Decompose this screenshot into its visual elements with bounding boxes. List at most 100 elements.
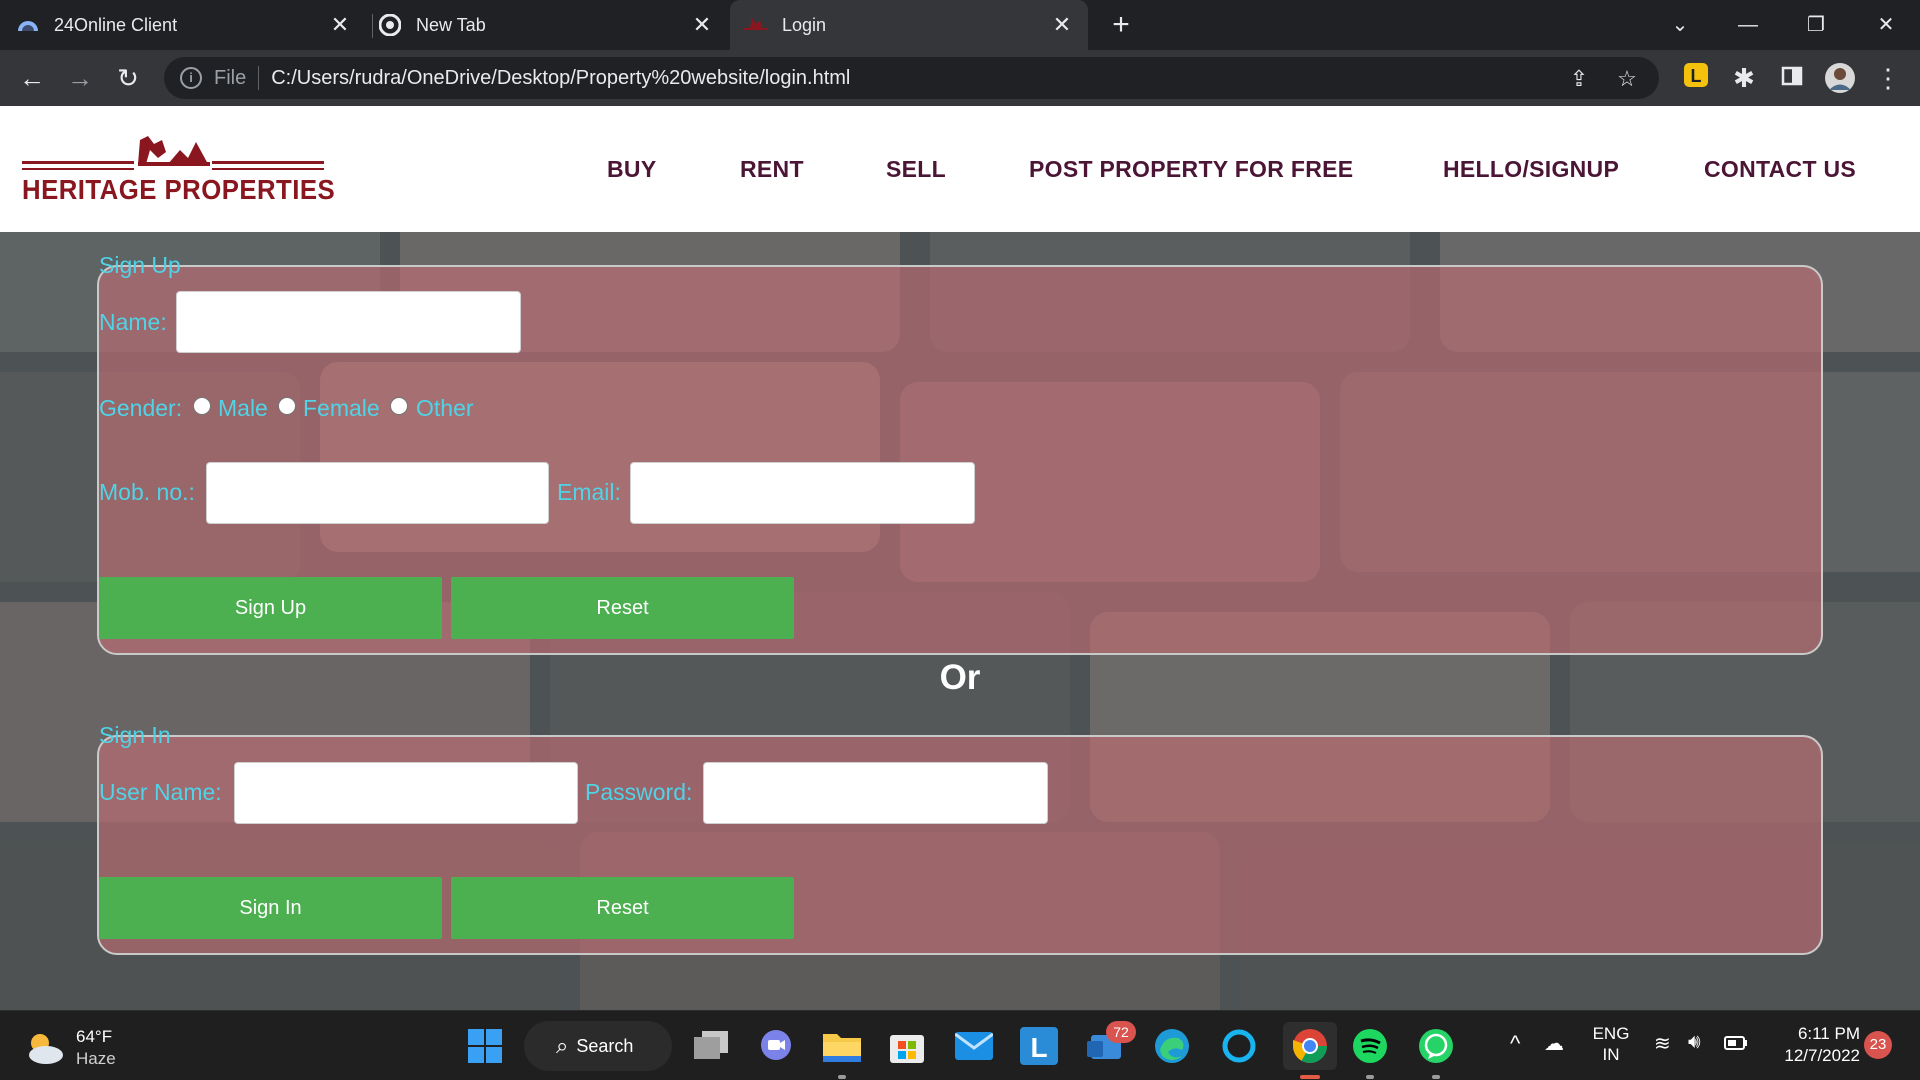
tab-title: 24Online Client bbox=[54, 14, 178, 35]
volume-icon[interactable]: 🔊︎ bbox=[1688, 1031, 1701, 1054]
forward-arrow-icon[interactable]: → bbox=[64, 62, 96, 94]
task-view-icon[interactable] bbox=[689, 1024, 733, 1068]
gender-female-label[interactable]: Female bbox=[303, 395, 380, 422]
gender-female-radio[interactable] bbox=[278, 397, 296, 415]
tab-search-chevron-icon[interactable]: ⌄ bbox=[1660, 8, 1700, 42]
close-tab-icon[interactable]: ✕ bbox=[328, 13, 352, 37]
weather-widget[interactable]: 64°F Haze bbox=[24, 1023, 174, 1071]
scheme-label: File bbox=[214, 66, 247, 89]
heritage-logo[interactable]: HERITAGE PROPERTIES bbox=[22, 128, 335, 210]
username-input[interactable] bbox=[234, 762, 578, 824]
password-input[interactable] bbox=[703, 762, 1048, 824]
gender-other-label[interactable]: Other bbox=[416, 395, 474, 422]
profile-avatar[interactable] bbox=[1824, 62, 1856, 94]
show-hidden-icons-chevron[interactable]: ^ bbox=[1510, 1031, 1520, 1057]
bookmark-star-icon[interactable]: ☆ bbox=[1614, 66, 1640, 92]
clock-time: 6:11 PM bbox=[1797, 1024, 1860, 1043]
chrome-menu-icon[interactable]: ⋮ bbox=[1872, 62, 1904, 94]
language-secondary: IN bbox=[1602, 1045, 1620, 1064]
signin-submit-button[interactable]: Sign In bbox=[99, 877, 442, 939]
tab-login[interactable]: Login ✕ bbox=[730, 0, 1088, 50]
clock[interactable]: 6:11 PM 12/7/2022 bbox=[1770, 1023, 1860, 1067]
svg-text:L: L bbox=[1691, 66, 1702, 86]
nav-post-property[interactable]: POST PROPERTY FOR FREE bbox=[1029, 156, 1353, 183]
signup-reset-button[interactable]: Reset bbox=[451, 577, 794, 639]
gender-male-label[interactable]: Male bbox=[218, 395, 268, 422]
edge-browser-icon[interactable] bbox=[1150, 1024, 1194, 1068]
signin-reset-button[interactable]: Reset bbox=[451, 877, 794, 939]
l-app-icon[interactable]: L bbox=[1017, 1024, 1061, 1068]
nav-hello-signup[interactable]: HELLO/SIGNUP bbox=[1443, 156, 1619, 183]
tab-new-tab[interactable]: New Tab ✕ bbox=[378, 0, 728, 50]
close-tab-icon[interactable]: ✕ bbox=[690, 13, 714, 37]
omnibox-divider bbox=[258, 66, 260, 90]
logo-wordmark: HERITAGE PROPERTIES bbox=[22, 174, 336, 205]
name-label: Name: bbox=[99, 309, 167, 335]
url-text[interactable]: C:/Users/rudra/OneDrive/Desktop/Property… bbox=[271, 67, 850, 90]
share-icon[interactable]: ⇪ bbox=[1566, 66, 1592, 92]
windows-start-icon[interactable] bbox=[463, 1024, 507, 1068]
logo-emblem-icon bbox=[22, 136, 324, 170]
mail-icon[interactable] bbox=[952, 1024, 996, 1068]
side-panel-icon[interactable] bbox=[1776, 62, 1808, 94]
back-arrow-icon[interactable]: ← bbox=[16, 62, 48, 94]
tab-separator bbox=[372, 14, 373, 38]
gender-male-radio[interactable] bbox=[193, 397, 211, 415]
signup-submit-button[interactable]: Sign Up bbox=[99, 577, 442, 639]
mobile-label: Mob. no.: bbox=[99, 479, 195, 505]
gender-other-radio[interactable] bbox=[390, 397, 408, 415]
close-tab-icon[interactable]: ✕ bbox=[1050, 13, 1074, 37]
whatsapp-icon[interactable] bbox=[1414, 1024, 1458, 1068]
password-label: Password: bbox=[585, 779, 693, 805]
restore-icon[interactable]: ❐ bbox=[1796, 8, 1836, 42]
browser-toolbar: ← → ↻ i File C:/Users/rudra/OneDrive/Des… bbox=[0, 50, 1920, 106]
extension-l-icon[interactable]: L bbox=[1680, 62, 1712, 94]
weather-condition: Haze bbox=[76, 1049, 116, 1068]
wifi-icon[interactable]: ≋ bbox=[1654, 1031, 1671, 1056]
nav-contact-us[interactable]: CONTACT US bbox=[1704, 156, 1856, 183]
notification-center-badge[interactable]: 23 bbox=[1864, 1031, 1892, 1059]
file-explorer-icon[interactable] bbox=[820, 1024, 864, 1068]
taskbar-search[interactable]: ⌕ Search bbox=[524, 1021, 672, 1071]
teams-chat-icon[interactable] bbox=[754, 1024, 798, 1068]
onedrive-cloud-icon[interactable]: ☁ bbox=[1544, 1031, 1564, 1056]
weather-temperature: 64°F bbox=[76, 1027, 113, 1046]
reload-icon[interactable]: ↻ bbox=[112, 62, 144, 94]
mobile-input[interactable] bbox=[206, 462, 549, 524]
signup-legend: Sign Up bbox=[99, 252, 185, 279]
search-icon: ⌕ bbox=[556, 1033, 569, 1058]
email-label: Email: bbox=[557, 479, 621, 505]
heritage-favicon-icon bbox=[744, 13, 768, 37]
nav-buy[interactable]: BUY bbox=[607, 156, 656, 183]
chrome-taskbar-icon[interactable] bbox=[1283, 1022, 1337, 1070]
tab-24online[interactable]: 24Online Client ✕ bbox=[16, 0, 366, 50]
extensions-puzzle-icon[interactable]: ✱ bbox=[1728, 62, 1760, 94]
battery-icon[interactable] bbox=[1724, 1035, 1748, 1055]
address-bar[interactable]: i File C:/Users/rudra/OneDrive/Desktop/P… bbox=[164, 57, 1659, 99]
chrome-active-indicator bbox=[1300, 1075, 1320, 1079]
tab-title: Login bbox=[782, 14, 827, 35]
language-indicator[interactable]: ENG IN bbox=[1586, 1023, 1636, 1065]
spotify-icon[interactable] bbox=[1348, 1024, 1392, 1068]
cloud-favicon-icon bbox=[16, 13, 40, 37]
signin-legend: Sign In bbox=[99, 722, 171, 748]
language-primary: ENG bbox=[1592, 1024, 1630, 1043]
cortana-icon[interactable] bbox=[1217, 1024, 1261, 1068]
explorer-running-indicator bbox=[838, 1075, 846, 1079]
weather-cloud-sun-icon bbox=[29, 1034, 63, 1064]
email-input[interactable] bbox=[630, 462, 975, 524]
new-tab-plus-icon[interactable]: + bbox=[1106, 10, 1136, 41]
minimize-icon[interactable]: — bbox=[1728, 8, 1768, 42]
nav-sell[interactable]: SELL bbox=[886, 156, 946, 183]
site-header: HERITAGE PROPERTIES BUY RENT SELL POST P… bbox=[0, 106, 1920, 232]
username-label: User Name: bbox=[99, 779, 222, 805]
name-input[interactable] bbox=[176, 291, 521, 353]
browser-tab-strip: 24Online Client ✕ New Tab ✕ Login ✕ + ⌄ … bbox=[0, 0, 1920, 50]
or-separator: Or bbox=[939, 658, 981, 697]
site-info-icon[interactable]: i bbox=[180, 67, 202, 89]
microsoft-store-icon[interactable] bbox=[885, 1024, 929, 1068]
teams-notification-badge: 72 bbox=[1106, 1021, 1136, 1043]
nav-rent[interactable]: RENT bbox=[740, 156, 804, 183]
close-window-icon[interactable]: ✕ bbox=[1866, 8, 1906, 42]
whatsapp-running-indicator bbox=[1432, 1075, 1440, 1079]
